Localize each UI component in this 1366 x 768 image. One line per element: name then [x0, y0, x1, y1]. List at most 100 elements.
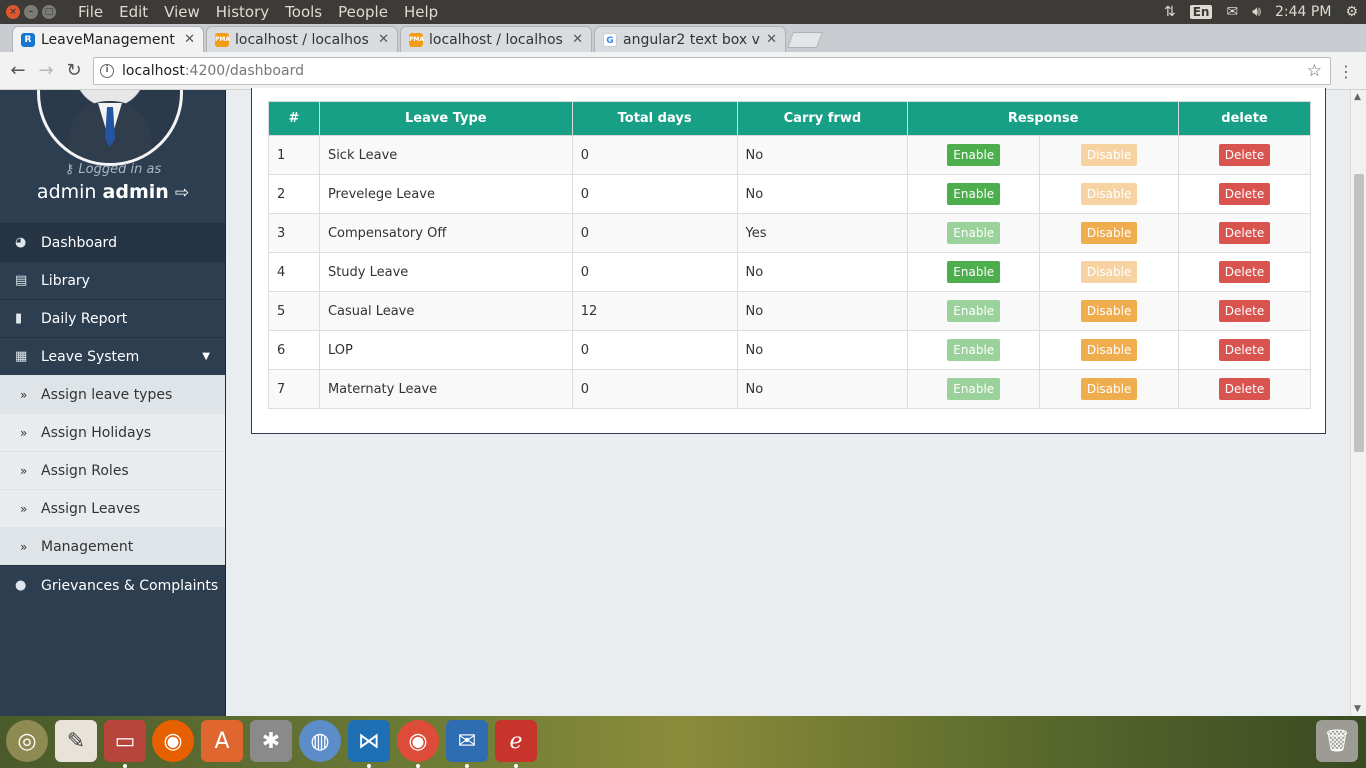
sidebar-subitem-assign-leave-types[interactable]: » Assign leave types [0, 375, 225, 413]
calendar-icon: ▦ [15, 349, 28, 364]
dash-home-icon[interactable]: ◎ [6, 720, 48, 762]
cell-delete: Delete [1178, 291, 1311, 331]
info-icon[interactable]: i [100, 64, 114, 78]
cell-carry-forward: No [736, 369, 909, 409]
enable-button[interactable]: Enable [947, 300, 1001, 322]
sidebar-subitem-assign-holidays[interactable]: » Assign Holidays [0, 413, 225, 451]
tab-leave-management[interactable]: R LeaveManagement ✕ [12, 26, 204, 52]
cell-delete: Delete [1178, 213, 1311, 253]
cell-leave-type: Compensatory Off [318, 213, 573, 253]
sidebar-item-label: Library [41, 272, 90, 289]
software-center-icon[interactable]: A [201, 720, 243, 762]
disable-button[interactable]: Disable [1080, 339, 1138, 361]
forward-arrow-icon[interactable]: → [32, 60, 60, 81]
back-arrow-icon[interactable]: ← [4, 60, 32, 81]
sidebar-subitem-assign-roles[interactable]: » Assign Roles [0, 451, 225, 489]
gear-icon[interactable]: ⚙ [1345, 4, 1358, 20]
bookmark-star-icon[interactable]: ☆ [1307, 61, 1322, 81]
clock[interactable]: 2:44 PM [1275, 4, 1331, 20]
sidebar-item-library[interactable]: ▤ Library [0, 261, 225, 299]
enable-button[interactable]: Enable [947, 261, 1001, 283]
disable-button[interactable]: Disable [1080, 222, 1138, 244]
cell-total-days: 0 [571, 252, 738, 292]
logout-icon[interactable]: ⇨ [175, 183, 189, 203]
delete-button[interactable]: Delete [1218, 144, 1271, 166]
text-editor-icon[interactable]: ✎ [55, 720, 97, 762]
disable-button[interactable]: Disable [1080, 378, 1138, 400]
cell-leave-type: LOP [318, 330, 573, 370]
close-tab-icon[interactable]: ✕ [572, 32, 583, 47]
enable-button[interactable]: Enable [947, 339, 1001, 361]
delete-button[interactable]: Delete [1218, 183, 1271, 205]
cell-number: 4 [268, 252, 320, 292]
disable-button[interactable]: Disable [1080, 261, 1138, 283]
leave-types-table: # Leave Type Total days Carry frwd Respo… [268, 101, 1311, 409]
keyboard-layout-indicator[interactable]: En [1189, 5, 1213, 19]
close-tab-icon[interactable]: ✕ [378, 32, 389, 47]
thunderbird-icon[interactable]: ✉ [446, 720, 488, 762]
delete-button[interactable]: Delete [1218, 378, 1271, 400]
sidebar-item-dashboard[interactable]: ◕ Dashboard [0, 223, 225, 261]
close-tab-icon[interactable]: ✕ [184, 32, 195, 47]
enable-button[interactable]: Enable [947, 222, 1001, 244]
minimize-window-icon[interactable]: – [24, 5, 38, 19]
page-scrollbar[interactable]: ▲ ▼ [1350, 90, 1366, 716]
enable-button[interactable]: Enable [947, 378, 1001, 400]
tab-google-search[interactable]: G angular2 text box v ✕ [594, 26, 786, 52]
delete-button[interactable]: Delete [1218, 339, 1271, 361]
vscode-icon[interactable]: ⋈ [348, 720, 390, 762]
menu-history[interactable]: History [208, 3, 277, 21]
reload-icon[interactable]: ↻ [60, 60, 88, 81]
chrome-icon[interactable]: ◉ [397, 720, 439, 762]
enable-button[interactable]: Enable [947, 144, 1001, 166]
address-bar[interactable]: i localhost:4200/dashboard ☆ [93, 57, 1331, 85]
maximize-window-icon[interactable]: □ [42, 5, 56, 19]
sidebar-item-grievances[interactable]: ● Grievances & Complaints [0, 565, 225, 605]
firefox-icon[interactable]: ◉ [152, 720, 194, 762]
disable-button[interactable]: Disable [1080, 183, 1138, 205]
cell-total-days: 12 [571, 291, 738, 331]
cell-number: 7 [268, 369, 320, 409]
close-tab-icon[interactable]: ✕ [766, 32, 777, 47]
enable-button[interactable]: Enable [947, 183, 1001, 205]
cell-disable: Disable [1039, 369, 1180, 409]
sidebar-item-leave-system[interactable]: ▦ Leave System ▼ [0, 337, 225, 375]
scrollbar-thumb[interactable] [1354, 174, 1364, 452]
menu-dots-icon[interactable]: ⋮ [1338, 62, 1354, 81]
delete-button[interactable]: Delete [1218, 222, 1271, 244]
menu-view[interactable]: View [156, 3, 208, 21]
volume-icon[interactable]: 🔊︎ [1252, 4, 1261, 20]
menu-file[interactable]: File [70, 3, 111, 21]
tab-phpmyadmin-1[interactable]: PMA localhost / localhos ✕ [206, 26, 398, 52]
menu-edit[interactable]: Edit [111, 3, 156, 21]
scroll-up-arrow-icon[interactable]: ▲ [1354, 92, 1361, 102]
sidebar-item-daily-report[interactable]: ▮ Daily Report [0, 299, 225, 337]
menu-help[interactable]: Help [396, 3, 446, 21]
scroll-down-arrow-icon[interactable]: ▼ [1354, 704, 1361, 714]
cell-carry-forward: Yes [736, 213, 909, 253]
sidebar-nav: ◕ Dashboard ▤ Library ▮ Daily Report ▦ L… [0, 223, 225, 605]
cell-enable: Enable [907, 330, 1041, 370]
delete-button[interactable]: Delete [1218, 261, 1271, 283]
disable-button[interactable]: Disable [1080, 144, 1138, 166]
tab-phpmyadmin-2[interactable]: PMA localhost / localhos ✕ [400, 26, 592, 52]
system-settings-icon[interactable]: ✱ [250, 720, 292, 762]
cell-enable: Enable [907, 135, 1041, 175]
chromium-icon[interactable]: ◍ [299, 720, 341, 762]
menu-people[interactable]: People [330, 3, 396, 21]
menu-tools[interactable]: Tools [277, 3, 330, 21]
system-menu-bar: × – □ File Edit View History Tools Peopl… [0, 0, 1366, 24]
pdf-viewer-icon[interactable]: ℯ [495, 720, 537, 762]
delete-button[interactable]: Delete [1218, 300, 1271, 322]
new-tab-button[interactable] [787, 32, 823, 48]
trash-icon[interactable]: 🗑︎ [1316, 720, 1358, 762]
network-icon[interactable]: ⇅ [1164, 4, 1176, 20]
close-window-icon[interactable]: × [6, 5, 20, 19]
sidebar-subitem-management[interactable]: » Management [0, 527, 225, 565]
angular-icon: R [21, 32, 35, 47]
disable-button[interactable]: Disable [1080, 300, 1138, 322]
sidebar-subitem-assign-leaves[interactable]: » Assign Leaves [0, 489, 225, 527]
sidebar-subitem-label: Management [41, 538, 134, 555]
mail-icon[interactable]: ✉ [1226, 4, 1238, 20]
files-icon[interactable]: ▭ [104, 720, 146, 762]
